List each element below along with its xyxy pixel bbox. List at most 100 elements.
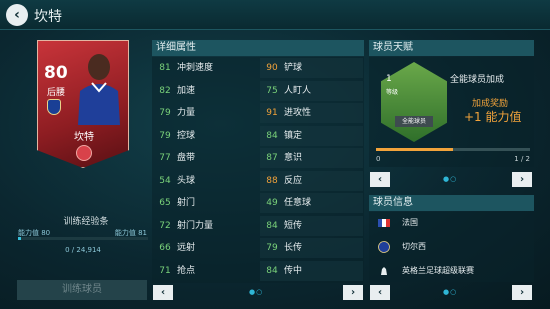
attributes-next-button[interactable]: › bbox=[343, 285, 363, 300]
attribute-row: 49 任意球 bbox=[260, 193, 363, 213]
flag-france-icon bbox=[378, 219, 390, 227]
club-badge-icon bbox=[47, 99, 61, 115]
attribute-row: 88 反应 bbox=[260, 170, 363, 191]
info-club: 切尔西 bbox=[372, 236, 534, 258]
attribute-row: 79 长传 bbox=[260, 238, 363, 258]
attribute-value: 84 bbox=[266, 220, 278, 231]
talent-progress-bar bbox=[376, 148, 530, 151]
club-text: 切尔西 bbox=[402, 242, 426, 251]
player-rating: 80 bbox=[44, 63, 68, 83]
attribute-row: 84 传中 bbox=[260, 260, 363, 281]
talent-count-ratio: 1 / 2 bbox=[514, 155, 530, 163]
attribute-name: 长传 bbox=[284, 243, 303, 253]
attribute-value: 65 bbox=[159, 198, 171, 208]
chevron-right-icon: › bbox=[519, 287, 525, 298]
attribute-row: 54 头球 bbox=[153, 171, 259, 191]
attribute-name: 射门 bbox=[177, 198, 196, 208]
attribute-name: 短传 bbox=[284, 220, 303, 231]
talent-tag: 全能球员 bbox=[395, 116, 433, 127]
talent-count: 0 bbox=[376, 155, 381, 163]
xp-progress-bar bbox=[18, 237, 148, 240]
attribute-value: 82 bbox=[159, 85, 171, 96]
attributes-page-dots: ●○ bbox=[249, 288, 264, 296]
attribute-value: 88 bbox=[266, 175, 278, 186]
info-next-button[interactable]: › bbox=[512, 285, 532, 300]
talent-name: 全能球员加成 bbox=[450, 75, 505, 85]
attribute-value: 72 bbox=[159, 220, 171, 231]
attribute-row: 77 盘带 bbox=[153, 148, 259, 168]
attribute-row: 81 冲刺速度 bbox=[153, 58, 259, 78]
xp-progress-fill bbox=[18, 237, 21, 240]
attribute-name: 镇定 bbox=[284, 130, 303, 141]
attribute-row: 75 人盯人 bbox=[260, 80, 363, 101]
attribute-row: 66 远射 bbox=[153, 238, 259, 258]
talent-header: 球员天赋 bbox=[369, 40, 534, 56]
attribute-row: 84 短传 bbox=[260, 215, 363, 236]
attribute-row: 79 力量 bbox=[153, 103, 259, 123]
attribute-value: 54 bbox=[159, 175, 171, 186]
attribute-name: 传中 bbox=[284, 265, 303, 276]
chevron-left-icon: ‹ bbox=[377, 174, 383, 185]
attribute-value: 81 bbox=[159, 63, 171, 73]
talent-next-button[interactable]: › bbox=[512, 172, 532, 187]
attribute-name: 盘带 bbox=[177, 153, 196, 163]
attribute-row: 65 射门 bbox=[153, 193, 259, 213]
player-position: 后腰 bbox=[47, 88, 66, 98]
talent-level: 1 bbox=[386, 74, 392, 84]
top-bar bbox=[0, 0, 550, 30]
xp-progress-text: 0 / 24,914 bbox=[65, 246, 101, 254]
train-player-button[interactable]: 训练球员 bbox=[17, 280, 147, 300]
attribute-name: 铲球 bbox=[284, 63, 303, 73]
attribute-value: 71 bbox=[159, 265, 171, 276]
attribute-value: 49 bbox=[266, 198, 278, 208]
attribute-name: 进攻性 bbox=[284, 108, 312, 118]
attribute-name: 意识 bbox=[284, 153, 303, 163]
chevron-right-icon: › bbox=[350, 287, 356, 298]
attribute-row: 72 射门力量 bbox=[153, 216, 259, 236]
attribute-name: 反应 bbox=[284, 175, 303, 186]
attribute-name: 远射 bbox=[177, 243, 196, 253]
page-title: 坎特 bbox=[34, 9, 62, 25]
attribute-name: 任意球 bbox=[284, 198, 312, 208]
chelsea-badge-icon bbox=[378, 241, 390, 253]
player-photo bbox=[78, 54, 120, 125]
attribute-name: 抢点 bbox=[177, 265, 196, 276]
player-card: 80 后腰 坎特 bbox=[37, 40, 129, 168]
league-text: 英格兰足球超级联赛 bbox=[402, 266, 474, 275]
attribute-value: 75 bbox=[266, 85, 278, 96]
attribute-value: 77 bbox=[159, 153, 171, 163]
attribute-name: 头球 bbox=[177, 175, 196, 186]
nationality-text: 法国 bbox=[402, 218, 418, 227]
attribute-value: 91 bbox=[266, 108, 278, 118]
xp-bar-title: 训练经验条 bbox=[63, 217, 109, 227]
player-name: 坎特 bbox=[74, 132, 94, 143]
chevron-left-icon: ‹ bbox=[377, 287, 383, 298]
attribute-name: 射门力量 bbox=[177, 220, 214, 231]
attribute-value: 79 bbox=[159, 108, 171, 118]
attribute-value: 79 bbox=[159, 130, 171, 141]
attribute-value: 87 bbox=[266, 153, 278, 163]
info-nationality: 法国 bbox=[372, 212, 534, 234]
info-prev-button[interactable]: ‹ bbox=[370, 285, 390, 300]
info-league: 英格兰足球超级联赛 bbox=[372, 260, 534, 282]
talent-bonus-value: +1 能力值 bbox=[464, 110, 522, 124]
attributes-prev-button[interactable]: ‹ bbox=[153, 285, 173, 300]
attribute-row: 91 进攻性 bbox=[260, 103, 363, 123]
attribute-name: 力量 bbox=[177, 108, 196, 118]
attribute-row: 87 意识 bbox=[260, 148, 363, 168]
attribute-value: 90 bbox=[266, 63, 278, 73]
attribute-value: 79 bbox=[266, 243, 278, 253]
talent-page-dots: ●○ bbox=[443, 175, 458, 183]
talent-progress-fill bbox=[376, 148, 453, 151]
card-emblem-icon bbox=[76, 145, 92, 161]
chevron-right-icon: › bbox=[519, 174, 525, 185]
chevron-left-icon: ‹ bbox=[14, 7, 20, 23]
attribute-row: 84 镇定 bbox=[260, 125, 363, 146]
attribute-name: 控球 bbox=[177, 130, 196, 141]
back-button[interactable]: ‹ bbox=[6, 4, 28, 26]
talent-level-label: 等级 bbox=[386, 89, 399, 96]
talent-prev-button[interactable]: ‹ bbox=[370, 172, 390, 187]
chevron-left-icon: ‹ bbox=[160, 287, 166, 298]
attribute-row: 71 抢点 bbox=[153, 261, 259, 281]
info-page-dots: ●○ bbox=[443, 288, 458, 296]
